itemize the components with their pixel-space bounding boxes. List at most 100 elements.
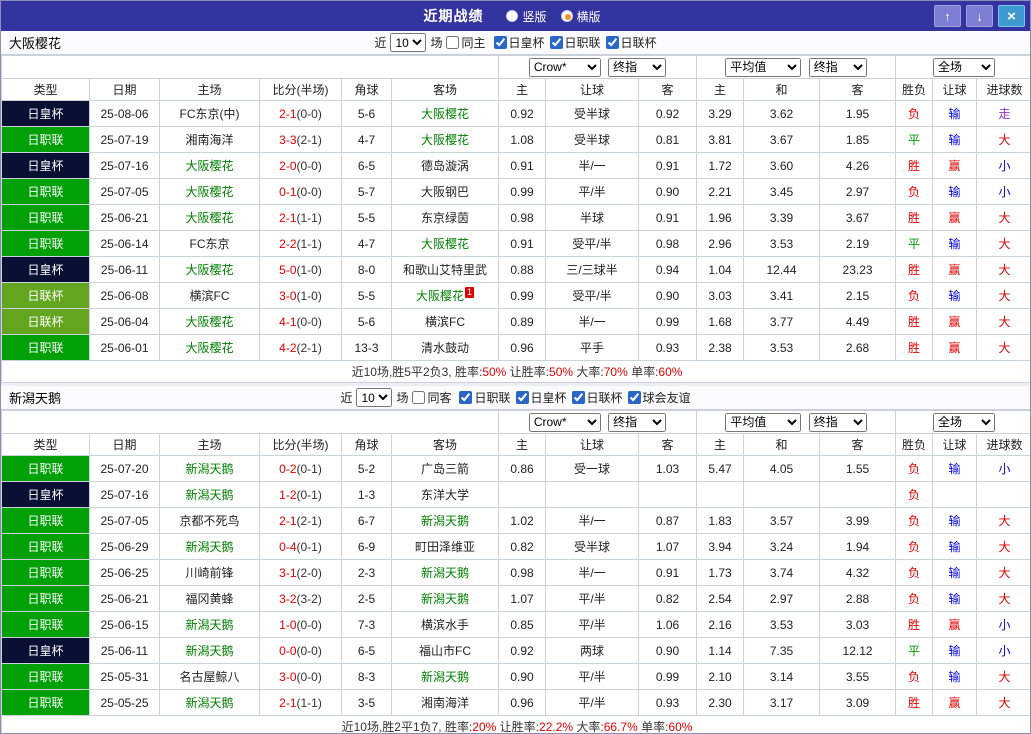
result-handicap: 赢 [932, 334, 978, 361]
handicap-stage-select[interactable]: 终指 [608, 412, 667, 432]
bookmaker-select[interactable]: Crow* [528, 57, 601, 77]
same-venue-checkbox[interactable]: 同主 [446, 34, 486, 51]
league-filter-checkbox[interactable]: 日皇杯 [493, 34, 545, 51]
away-team[interactable]: 新潟天鹅 [391, 663, 499, 690]
handicap-away-odds: 0.82 [637, 585, 698, 612]
away-team[interactable]: 横滨FC [391, 308, 499, 335]
average-odds-filters: 平均值 终指 [696, 55, 897, 79]
away-team[interactable]: 新潟天鹅 [391, 585, 499, 612]
league-checkbox-input[interactable] [605, 36, 619, 49]
home-team[interactable]: 大阪樱花 [159, 256, 260, 283]
away-team[interactable]: 东京绿茵 [391, 204, 499, 231]
away-team[interactable]: 德岛漩涡 [391, 152, 499, 179]
away-team[interactable]: 新潟天鹅 [391, 507, 499, 534]
move-up-button[interactable]: ↑ [934, 5, 961, 27]
away-team[interactable]: 东洋大学 [391, 481, 499, 508]
home-team[interactable]: 大阪樱花 [159, 204, 260, 231]
away-team[interactable]: 和歌山艾特里武 [391, 256, 499, 283]
league-filter-checkbox[interactable]: 日职联 [549, 34, 601, 51]
home-team[interactable]: 大阪樱花 [159, 178, 260, 205]
league-filter-checkbox[interactable]: 球会友谊 [627, 389, 691, 406]
radio-horizontal-layout[interactable]: 横版 [560, 8, 601, 25]
avg-home-odds: 2.96 [696, 230, 745, 257]
home-team[interactable]: 川崎前锋 [159, 559, 260, 586]
handicap-stage-select[interactable]: 终指 [608, 57, 667, 77]
home-team[interactable]: 大阪樱花 [159, 334, 260, 361]
away-team[interactable]: 广岛三箭 [391, 455, 499, 482]
radio-vertical-icon[interactable] [506, 10, 519, 22]
scope-select[interactable]: 全场 [933, 412, 996, 432]
home-team[interactable]: 新潟天鹅 [159, 611, 260, 638]
scope-select[interactable]: 全场 [933, 57, 996, 77]
home-team[interactable]: FC东京(中) [159, 100, 260, 127]
league-checkbox-input[interactable] [627, 391, 641, 404]
league-checkbox-label: 日皇杯 [508, 36, 545, 50]
away-team[interactable]: 町田泽维亚 [391, 533, 499, 560]
away-team[interactable]: 大阪樱花 [391, 126, 499, 153]
close-button[interactable]: × [998, 5, 1025, 27]
fulltime-score: 2-1 [279, 210, 297, 225]
league-checkbox-input[interactable] [515, 391, 529, 404]
bookmaker-select[interactable]: Crow* [528, 412, 601, 432]
home-team[interactable]: 新潟天鹅 [159, 533, 260, 560]
home-team[interactable]: 大阪樱花 [159, 152, 260, 179]
summary-segment: 70% [603, 365, 628, 379]
away-team[interactable]: 大阪樱花 [391, 100, 499, 127]
league-checkbox-input[interactable] [549, 36, 563, 49]
away-team[interactable]: 大阪樱花 1 [391, 282, 499, 309]
avg-draw-odds: 7.35 [743, 637, 821, 664]
away-team[interactable]: 福山市FC [391, 637, 499, 664]
home-team[interactable]: 新潟天鹅 [159, 689, 260, 716]
league-checkbox-input[interactable] [493, 36, 507, 49]
match-date: 25-07-05 [89, 178, 160, 205]
home-team[interactable]: 京都不死鸟 [159, 507, 260, 534]
halftime-score: (0-0) [296, 669, 322, 684]
away-team[interactable]: 湘南海洋 [391, 689, 499, 716]
same-venue-input[interactable] [412, 391, 426, 404]
league-filters: 日皇杯 日职联 日联杯 [493, 34, 657, 51]
match-count-select[interactable]: 10 [356, 388, 393, 407]
home-team[interactable]: 新潟天鹅 [159, 455, 260, 482]
same-venue-input[interactable] [446, 36, 460, 49]
away-team[interactable]: 大阪樱花 [391, 230, 499, 257]
col-header-hcap-line: 让球 [545, 78, 639, 101]
home-team[interactable]: 新潟天鹅 [159, 481, 260, 508]
section-summary: 近10场,胜2平1负7, 胜率:20% 让胜率:22.2% 大率:66.7% 单… [1, 715, 1030, 733]
move-down-button[interactable]: ↓ [966, 5, 993, 27]
average-stage-select[interactable]: 终指 [808, 412, 867, 432]
halftime-score: (2-1) [296, 513, 322, 528]
average-select[interactable]: 平均值 [725, 412, 802, 432]
avg-draw-odds: 3.17 [743, 689, 821, 716]
home-team[interactable]: 湘南海洋 [159, 126, 260, 153]
match-count-select[interactable]: 10 [390, 33, 427, 52]
average-stage-select[interactable]: 终指 [808, 57, 867, 77]
league-filter-checkbox[interactable]: 日联杯 [605, 34, 657, 51]
avg-draw-odds: 3.67 [743, 126, 821, 153]
handicap-away-odds: 0.98 [637, 230, 698, 257]
league-checkbox-input[interactable] [459, 391, 473, 404]
away-team[interactable]: 新潟天鹅 [391, 559, 499, 586]
home-team[interactable]: 名古屋鲸八 [159, 663, 260, 690]
average-select[interactable]: 平均值 [725, 57, 802, 77]
away-team-name: 大阪钢巴 [420, 185, 469, 199]
away-team[interactable]: 大阪钢巴 [391, 178, 499, 205]
away-team[interactable]: 清水鼓动 [391, 334, 499, 361]
radio-vertical-layout[interactable]: 竖版 [506, 8, 547, 25]
home-team[interactable]: 福冈黄蜂 [159, 585, 260, 612]
home-team[interactable]: 横滨FC [159, 282, 260, 309]
home-team[interactable]: 大阪樱花 [159, 308, 260, 335]
home-team[interactable]: 新潟天鹅 [159, 637, 260, 664]
radio-horizontal-icon[interactable] [560, 10, 573, 22]
away-team[interactable]: 横滨水手 [391, 611, 499, 638]
league-filter-checkbox[interactable]: 日联杯 [571, 389, 623, 406]
league-filter-checkbox[interactable]: 日皇杯 [515, 389, 567, 406]
handicap-line: 三/三球半 [545, 256, 639, 283]
fulltime-score: 2-0 [279, 158, 297, 173]
home-team[interactable]: FC东京 [159, 230, 260, 257]
same-venue-checkbox[interactable]: 同客 [412, 389, 451, 406]
recent-matches-table: Crow* 终指 平均值 终指 全场 类型 日期 主场 比分(半场) 角球 客场… [1, 410, 1030, 733]
league-filter-checkbox[interactable]: 日职联 [459, 389, 511, 406]
league-checkbox-input[interactable] [571, 391, 585, 404]
fulltime-score: 4-1 [279, 314, 297, 329]
away-team-name: 福山市FC [419, 644, 471, 658]
